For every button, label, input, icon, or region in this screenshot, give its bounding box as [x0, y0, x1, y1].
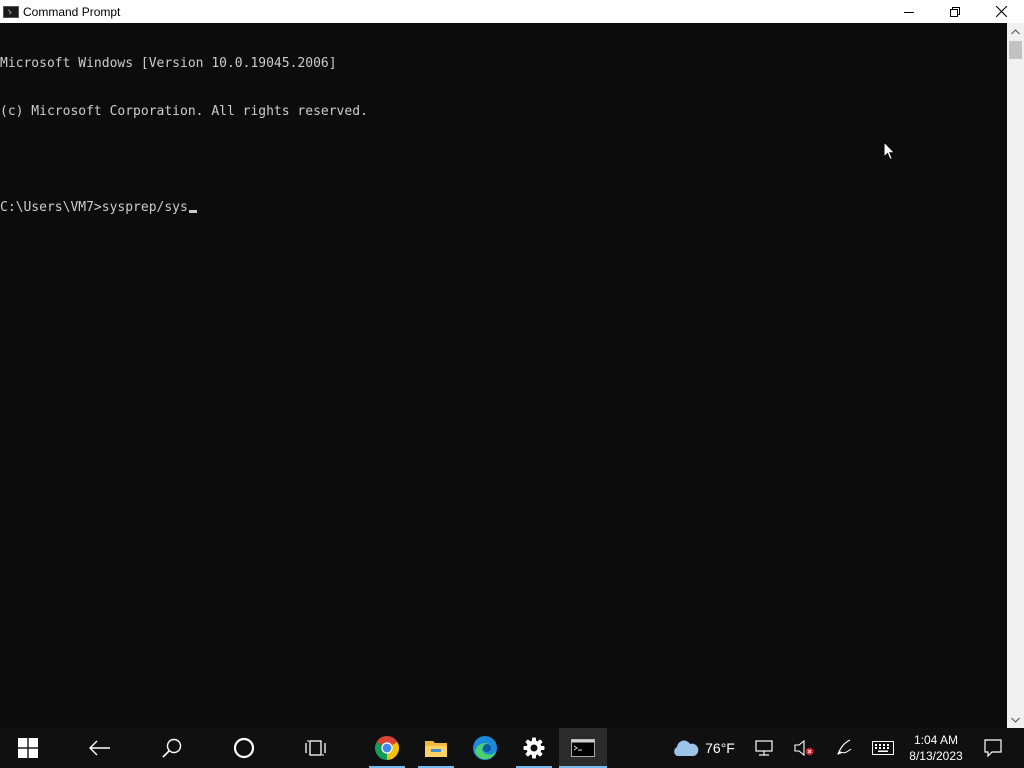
- clock-time: 1:04 AM: [913, 733, 959, 747]
- settings-taskbar-button[interactable]: [510, 728, 558, 768]
- clock-date: 8/13/2023: [909, 749, 963, 763]
- edge-taskbar-button[interactable]: [461, 728, 509, 768]
- file-explorer-button[interactable]: [412, 728, 460, 768]
- window-controls: [886, 0, 1024, 23]
- restore-button[interactable]: [932, 0, 978, 23]
- back-button[interactable]: [76, 728, 124, 768]
- touch-keyboard-button[interactable]: [868, 728, 898, 768]
- minimize-button[interactable]: [886, 0, 932, 23]
- vertical-scrollbar[interactable]: [1007, 23, 1024, 728]
- notification-icon: [984, 739, 1002, 757]
- text-cursor: [188, 210, 197, 213]
- taskbar-clock[interactable]: 1:04 AM 8/13/2023: [902, 728, 970, 768]
- console-output[interactable]: Microsoft Windows [Version 10.0.19045.20…: [0, 23, 1007, 728]
- search-button[interactable]: [148, 728, 196, 768]
- start-button[interactable]: [0, 728, 56, 768]
- chrome-icon: [374, 735, 400, 760]
- volume-muted-icon: [794, 740, 814, 756]
- weather-temperature: 76°F: [705, 740, 735, 756]
- pen-icon: [837, 739, 852, 755]
- chevron-up-icon: [1011, 28, 1020, 34]
- close-button[interactable]: [978, 0, 1024, 23]
- task-view-icon: [305, 740, 326, 756]
- console-prompt-text: C:\Users\VM7>sysprep/sys: [0, 200, 188, 215]
- network-icon: [755, 740, 773, 756]
- mouse-pointer-icon: [883, 141, 896, 161]
- network-button[interactable]: [750, 728, 778, 768]
- scroll-up-button[interactable]: [1007, 23, 1024, 40]
- console-line-copyright: (c) Microsoft Corporation. All rights re…: [0, 104, 368, 119]
- chevron-down-icon: [1011, 717, 1020, 723]
- cortana-icon: [233, 737, 255, 759]
- console-prompt-line[interactable]: C:\Users\VM7>sysprep/sys: [0, 200, 1007, 216]
- cortana-button[interactable]: [220, 728, 268, 768]
- window-title: Command Prompt: [23, 4, 121, 19]
- chrome-taskbar-button[interactable]: [363, 728, 411, 768]
- close-icon: [995, 6, 1007, 17]
- back-arrow-icon: [89, 740, 110, 756]
- minimize-icon: [904, 11, 914, 13]
- gear-icon: [523, 737, 545, 759]
- cmd-icon: [571, 739, 595, 757]
- weather-widget[interactable]: 76°F: [668, 728, 738, 768]
- title-bar[interactable]: Command Prompt: [0, 0, 1024, 23]
- restore-icon: [950, 6, 960, 17]
- pen-workspace-button[interactable]: [830, 728, 858, 768]
- task-view-button[interactable]: [292, 728, 340, 768]
- command-prompt-taskbar-button[interactable]: [559, 728, 607, 768]
- action-center-button[interactable]: [978, 728, 1008, 768]
- keyboard-icon: [872, 741, 894, 755]
- scroll-down-button[interactable]: [1007, 711, 1024, 728]
- folder-icon: [425, 741, 447, 757]
- volume-button[interactable]: [790, 728, 818, 768]
- windows-logo-icon: [18, 738, 38, 758]
- cloud-icon: [674, 740, 699, 756]
- search-icon: [162, 738, 182, 758]
- taskbar: 76°F 1:04 AM 8/13/2023: [0, 728, 1024, 768]
- edge-icon: [473, 736, 497, 760]
- console-line-version: Microsoft Windows [Version 10.0.19045.20…: [0, 56, 337, 71]
- cmd-icon[interactable]: [3, 5, 19, 18]
- scroll-thumb[interactable]: [1009, 41, 1022, 59]
